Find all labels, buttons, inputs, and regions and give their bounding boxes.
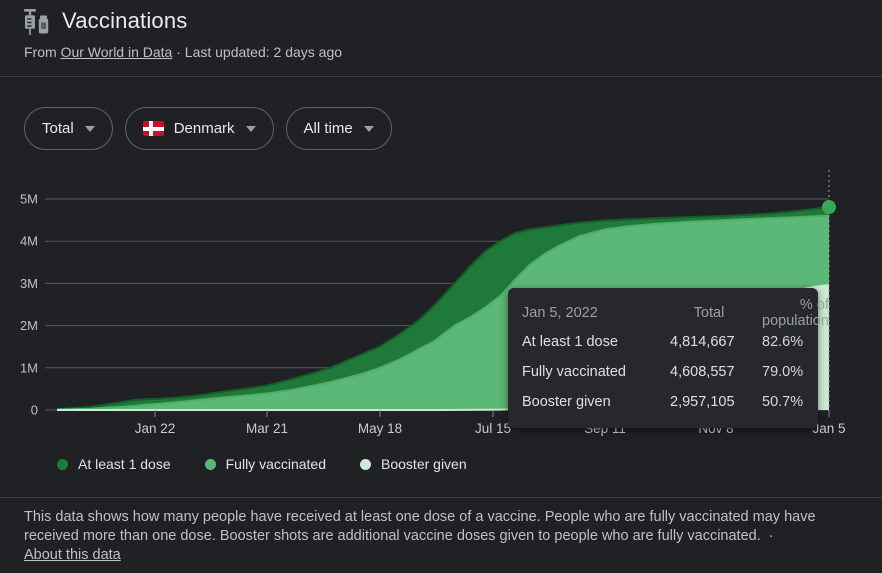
timerange-dropdown-label: All time	[304, 120, 353, 137]
metric-dropdown[interactable]: Total	[24, 107, 113, 150]
about-this-data-link[interactable]: About this data	[24, 546, 121, 565]
tooltip-row-pct: 79.0%	[762, 364, 803, 380]
legend-item: At least 1 dose	[57, 456, 171, 472]
tooltip-row-pct: 82.6%	[762, 334, 803, 350]
tooltip-row-total: 2,957,105	[670, 394, 762, 410]
denmark-flag-icon	[143, 121, 164, 136]
legend-item: Fully vaccinated	[205, 456, 326, 472]
chevron-down-icon	[364, 126, 374, 132]
tooltip-row-pct: 50.7%	[762, 394, 803, 410]
source-prefix: From	[24, 44, 57, 60]
y-axis-label: 2M	[20, 318, 38, 333]
footer-divider	[0, 497, 882, 498]
x-axis-label: Jul 15	[475, 421, 511, 436]
y-axis-label: 4M	[20, 234, 38, 249]
tooltip-row-label: Fully vaccinated	[522, 364, 670, 380]
tooltip-row: At least 1 dose 4,814,667 82.6%	[522, 327, 802, 357]
page-title: Vaccinations	[62, 8, 188, 34]
source-link[interactable]: Our World in Data	[61, 44, 173, 60]
tooltip-row-label: Booster given	[522, 394, 670, 410]
y-axis-label: 1M	[20, 360, 38, 375]
metric-dropdown-label: Total	[42, 120, 74, 137]
header-divider	[0, 76, 882, 77]
chart-tooltip: Jan 5, 2022 Total % of population At lea…	[508, 288, 818, 428]
tooltip-date: Jan 5, 2022	[522, 305, 670, 321]
chevron-down-icon	[85, 126, 95, 132]
x-axis-label: Mar 21	[246, 421, 288, 436]
country-dropdown[interactable]: Denmark	[125, 107, 274, 150]
tooltip-header-row: Jan 5, 2022 Total % of population	[522, 297, 802, 327]
hover-point-dot	[822, 200, 836, 214]
y-axis-label: 5M	[20, 192, 38, 207]
legend-label: Fully vaccinated	[226, 456, 326, 472]
legend-label: Booster given	[381, 456, 467, 472]
footer-separator: ·	[769, 528, 774, 544]
source-line: From Our World in Data · Last updated: 2…	[24, 44, 342, 60]
y-axis-label: 0	[31, 403, 38, 418]
syringe-icon	[22, 9, 54, 37]
y-axis-label: 3M	[20, 276, 38, 291]
tooltip-row-total: 4,608,557	[670, 364, 762, 380]
vaccinations-widget: Vaccinations From Our World in Data · La…	[0, 0, 882, 573]
legend-dot-icon	[57, 459, 68, 470]
tooltip-col-pct: % of population	[762, 297, 829, 329]
tooltip-col-total: Total	[656, 305, 762, 321]
x-axis-label: Jan 22	[135, 421, 176, 436]
filter-bar: Total Denmark All time	[24, 107, 392, 150]
footer-note: This data shows how many people have rec…	[24, 508, 862, 565]
country-dropdown-label: Denmark	[174, 120, 235, 137]
chevron-down-icon	[246, 126, 256, 132]
chart-legend: At least 1 dose Fully vaccinated Booster…	[57, 456, 467, 472]
tooltip-row: Fully vaccinated 4,608,557 79.0%	[522, 357, 802, 387]
legend-dot-icon	[360, 459, 371, 470]
footer-text: This data shows how many people have rec…	[24, 509, 816, 544]
tooltip-row-label: At least 1 dose	[522, 334, 670, 350]
legend-label: At least 1 dose	[78, 456, 171, 472]
last-updated-text: Last updated: 2 days ago	[185, 44, 342, 60]
x-axis-label: May 18	[358, 421, 402, 436]
legend-item: Booster given	[360, 456, 467, 472]
tooltip-row: Booster given 2,957,105 50.7%	[522, 387, 802, 417]
tooltip-row-total: 4,814,667	[670, 334, 762, 350]
timerange-dropdown[interactable]: All time	[286, 107, 392, 150]
legend-dot-icon	[205, 459, 216, 470]
separator-dot: ·	[176, 44, 181, 60]
